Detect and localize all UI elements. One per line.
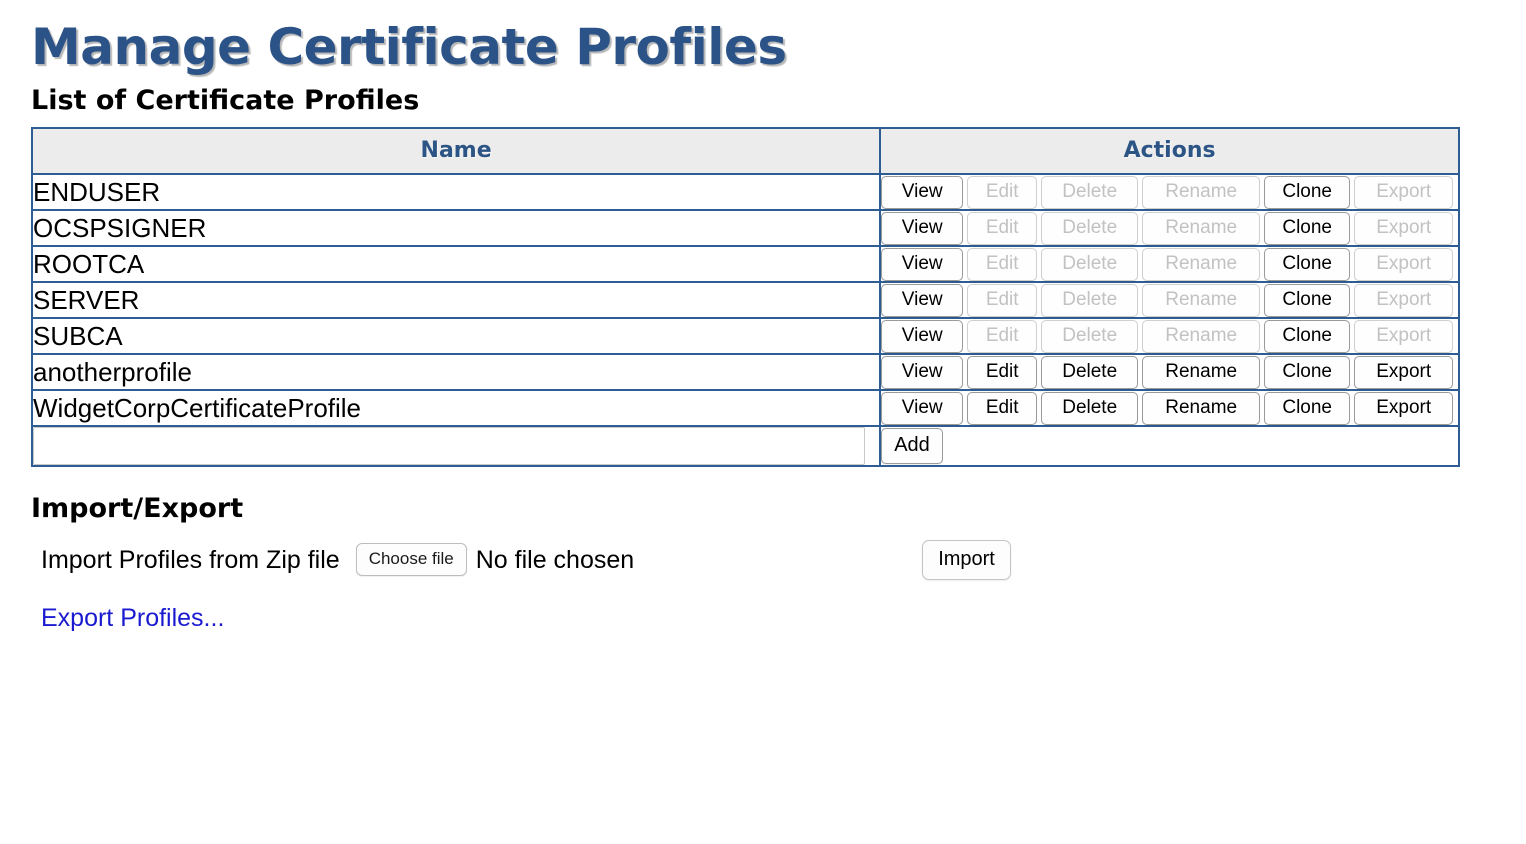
import-button-wrapper: Import <box>922 539 1011 580</box>
profile-actions-cell: View Edit Delete Rename Clone Export <box>880 390 1459 428</box>
export-link-row: Export Profiles... <box>31 582 1526 633</box>
clone-button[interactable]: Clone <box>1264 247 1351 281</box>
export-button: Export <box>1354 211 1454 245</box>
table-row: ROOTCA View Edit Delete Rename Clone Export <box>32 246 1459 284</box>
table-row: ENDUSER View Edit Delete Rename Clone Export <box>32 174 1459 212</box>
edit-button: Edit <box>967 319 1038 353</box>
delete-button[interactable]: Delete <box>1041 355 1139 389</box>
profile-name-cell: SUBCA <box>32 318 882 356</box>
delete-button: Delete <box>1041 283 1139 317</box>
profile-name-cell: WidgetCorpCertificateProfile <box>32 390 882 428</box>
table-body: ENDUSER View Edit Delete Rename Clone Export OC… <box>32 174 1459 467</box>
table-header-row: Name Actions <box>32 128 1459 176</box>
profile-actions-cell: View Edit Delete Rename Clone Export <box>880 318 1459 356</box>
export-button: Export <box>1354 283 1454 317</box>
export-button: Export <box>1354 247 1454 281</box>
export-button[interactable]: Export <box>1354 355 1454 389</box>
new-profile-name-input[interactable] <box>33 427 865 466</box>
list-section-heading: List of Certificate Profiles <box>31 85 420 116</box>
rename-button[interactable]: Rename <box>1142 355 1261 389</box>
export-profiles-link[interactable]: Export Profiles... <box>41 604 224 632</box>
add-profile-row: Add <box>32 426 1459 467</box>
import-button[interactable]: Import <box>922 539 1011 580</box>
clone-button[interactable]: Clone <box>1264 355 1351 389</box>
page-title: Manage Certificate Profiles <box>31 18 787 76</box>
delete-button: Delete <box>1041 211 1139 245</box>
delete-button: Delete <box>1041 175 1139 209</box>
delete-button[interactable]: Delete <box>1041 391 1139 425</box>
certificate-profiles-table: Name Actions ENDUSER View Edit Delete Rename… <box>31 127 1460 468</box>
view-button[interactable]: View <box>881 319 964 353</box>
new-profile-input-cell <box>32 426 882 467</box>
clone-button[interactable]: Clone <box>1264 319 1351 353</box>
profile-actions-cell: View Edit Delete Rename Clone Export <box>880 174 1459 212</box>
table-row: SERVER View Edit Delete Rename Clone Export <box>32 282 1459 320</box>
profile-actions-cell: View Edit Delete Rename Clone Export <box>880 210 1459 248</box>
edit-button: Edit <box>967 211 1038 245</box>
edit-button: Edit <box>967 175 1038 209</box>
edit-button: Edit <box>967 283 1038 317</box>
export-button[interactable]: Export <box>1354 391 1454 425</box>
profile-name-cell: ENDUSER <box>32 174 882 212</box>
table-header: Name Actions <box>32 128 1459 176</box>
choose-file-button[interactable]: Choose file <box>355 543 467 577</box>
no-file-chosen-text: No file chosen <box>475 545 635 574</box>
profile-actions-cell: View Edit Delete Rename Clone Export <box>880 246 1459 284</box>
edit-button[interactable]: Edit <box>967 355 1038 389</box>
view-button[interactable]: View <box>881 355 964 389</box>
clone-button[interactable]: Clone <box>1264 211 1351 245</box>
clone-button[interactable]: Clone <box>1264 283 1351 317</box>
profile-actions-cell: View Edit Delete Rename Clone Export <box>880 354 1459 392</box>
profile-actions-cell: View Edit Delete Rename Clone Export <box>880 282 1459 320</box>
export-button: Export <box>1354 319 1454 353</box>
view-button[interactable]: View <box>881 247 964 281</box>
table-row: OCSPSIGNER View Edit Delete Rename Clone Expor… <box>32 210 1459 248</box>
profile-name-cell: anotherprofile <box>32 354 882 392</box>
rename-button: Rename <box>1142 211 1261 245</box>
import-row: Import Profiles from Zip file Choose fil… <box>31 534 1526 582</box>
edit-button: Edit <box>967 247 1038 281</box>
table-row: WidgetCorpCertificateProfile View Edit Dele… <box>32 390 1459 428</box>
add-button[interactable]: Add <box>881 428 943 465</box>
table-row: anotherprofile View Edit Delete Rename Clone E… <box>32 354 1459 392</box>
rename-button: Rename <box>1142 283 1261 317</box>
view-button[interactable]: View <box>881 391 964 425</box>
column-header-actions: Actions <box>880 128 1459 176</box>
profile-name-cell: SERVER <box>32 282 882 320</box>
import-export-heading: Import/Export <box>31 493 244 525</box>
clone-button[interactable]: Clone <box>1264 175 1351 209</box>
profile-name-cell: OCSPSIGNER <box>32 210 882 248</box>
delete-button: Delete <box>1041 319 1139 353</box>
view-button[interactable]: View <box>881 211 964 245</box>
column-header-name: Name <box>32 128 882 176</box>
view-button[interactable]: View <box>881 175 964 209</box>
rename-button: Rename <box>1142 175 1261 209</box>
page-container: Manage Certificate Profiles List of Cert… <box>0 0 1526 633</box>
rename-button[interactable]: Rename <box>1142 391 1261 425</box>
export-button: Export <box>1354 175 1454 209</box>
view-button[interactable]: View <box>881 283 964 317</box>
edit-button[interactable]: Edit <box>967 391 1038 425</box>
rename-button: Rename <box>1142 247 1261 281</box>
table-row: SUBCA View Edit Delete Rename Clone Export <box>32 318 1459 356</box>
rename-button: Rename <box>1142 319 1261 353</box>
clone-button[interactable]: Clone <box>1264 391 1351 425</box>
add-button-cell: Add <box>880 426 1459 467</box>
delete-button: Delete <box>1041 247 1139 281</box>
profile-name-cell: ROOTCA <box>32 246 882 284</box>
import-profiles-label: Import Profiles from Zip file <box>41 545 340 574</box>
